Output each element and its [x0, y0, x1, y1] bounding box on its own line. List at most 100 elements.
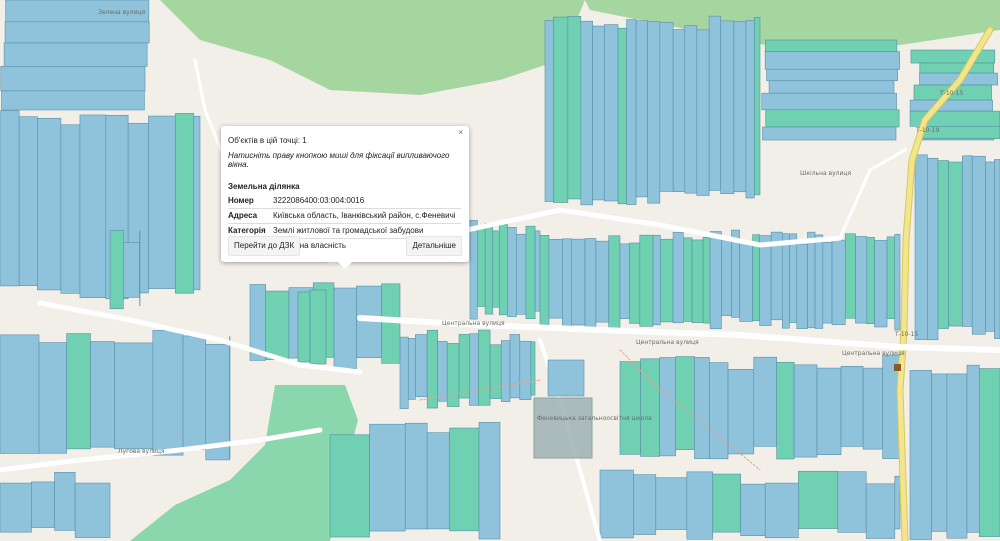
land-parcel[interactable] [60, 124, 81, 294]
land-parcel[interactable] [478, 422, 501, 540]
land-parcel[interactable] [592, 25, 605, 201]
land-parcel[interactable] [971, 155, 986, 335]
land-parcel[interactable] [759, 235, 772, 326]
land-parcel[interactable] [18, 116, 38, 286]
land-parcel[interactable] [498, 223, 508, 316]
land-parcel[interactable] [796, 243, 808, 329]
school-building[interactable] [533, 397, 593, 459]
land-parcel[interactable] [148, 115, 176, 289]
land-parcel[interactable] [915, 138, 995, 141]
land-parcel[interactable] [608, 235, 621, 329]
land-parcel[interactable] [844, 233, 856, 319]
land-parcel[interactable] [193, 115, 201, 291]
land-parcel[interactable] [682, 237, 693, 322]
land-parcel[interactable] [458, 334, 470, 399]
land-parcel[interactable] [909, 99, 993, 112]
land-parcel[interactable] [507, 227, 517, 317]
land-parcel[interactable] [534, 230, 541, 312]
land-parcel[interactable] [672, 29, 686, 193]
land-parcel[interactable] [595, 240, 610, 323]
land-parcel[interactable] [329, 434, 370, 538]
land-parcel[interactable] [709, 231, 722, 329]
parcel-info-popup[interactable]: × Об'єктів в цій точці: 1 Натисніть прав… [221, 126, 469, 269]
land-parcel[interactable] [765, 109, 900, 128]
poi-marker-icon[interactable] [894, 364, 901, 371]
land-parcel[interactable] [652, 234, 661, 326]
land-parcel[interactable] [539, 234, 550, 326]
land-parcel[interactable] [407, 338, 416, 400]
land-parcel[interactable] [617, 27, 627, 205]
land-parcel[interactable] [985, 161, 995, 332]
land-parcel[interactable] [567, 15, 582, 200]
land-parcel[interactable] [333, 287, 357, 369]
land-parcel[interactable] [90, 341, 115, 448]
land-parcel[interactable] [675, 356, 695, 450]
land-parcel[interactable] [994, 159, 1000, 339]
land-parcel[interactable] [694, 357, 710, 459]
land-parcel[interactable] [937, 160, 949, 329]
land-parcel[interactable] [562, 238, 572, 329]
land-parcel[interactable] [635, 20, 648, 198]
land-parcel[interactable] [629, 242, 641, 324]
land-parcel[interactable] [978, 368, 1000, 537]
land-parcel[interactable] [484, 223, 494, 315]
land-parcel[interactable] [123, 242, 140, 298]
land-parcel[interactable] [733, 21, 747, 193]
land-parcel[interactable] [793, 364, 818, 458]
cadastral-map[interactable]: Зелена вулиця Центральна вулиця Централь… [0, 0, 1000, 541]
land-parcel[interactable] [633, 474, 657, 535]
land-parcel[interactable] [874, 240, 888, 328]
land-parcel[interactable] [381, 283, 401, 364]
land-parcel[interactable] [152, 330, 184, 456]
land-parcel[interactable] [712, 473, 741, 533]
land-parcel[interactable] [399, 336, 409, 409]
land-parcel[interactable] [766, 68, 898, 82]
land-parcel[interactable] [109, 230, 124, 310]
land-parcel[interactable] [866, 237, 875, 325]
go-to-dzk-button[interactable]: Перейти до ДЗК [228, 236, 301, 256]
land-parcel[interactable] [309, 289, 327, 365]
land-parcel[interactable] [764, 482, 799, 539]
land-parcel[interactable] [764, 39, 898, 52]
land-parcel[interactable] [776, 361, 795, 460]
land-parcel[interactable] [571, 238, 586, 326]
land-parcel[interactable] [708, 15, 721, 191]
land-parcel[interactable] [4, 21, 150, 44]
land-parcel[interactable] [659, 357, 676, 457]
land-parcel[interactable] [886, 236, 896, 319]
land-parcel[interactable] [768, 80, 895, 94]
land-parcel[interactable] [686, 471, 714, 540]
land-parcel[interactable] [544, 20, 554, 202]
land-parcel[interactable] [525, 225, 536, 320]
land-parcel[interactable] [837, 471, 867, 533]
land-parcel[interactable] [404, 422, 428, 530]
land-parcel[interactable] [469, 220, 478, 320]
land-parcel[interactable] [761, 92, 897, 111]
land-parcel[interactable] [626, 19, 637, 205]
land-parcel[interactable] [696, 29, 710, 196]
land-parcel[interactable] [79, 114, 107, 298]
land-parcel[interactable] [919, 62, 995, 74]
land-parcel[interactable] [38, 342, 67, 454]
land-parcel[interactable] [0, 334, 40, 454]
land-parcel[interactable] [740, 483, 766, 536]
land-parcel[interactable] [914, 154, 928, 340]
land-parcel[interactable] [739, 240, 753, 322]
land-parcel[interactable] [619, 243, 630, 319]
land-parcel[interactable] [446, 343, 460, 407]
land-parcel[interactable] [807, 231, 816, 329]
land-parcel[interactable] [114, 342, 154, 450]
land-parcel[interactable] [909, 370, 932, 540]
land-parcel[interactable] [182, 335, 207, 451]
details-button[interactable]: Детальніше [406, 236, 462, 256]
land-parcel[interactable] [745, 20, 755, 199]
land-parcel[interactable] [789, 233, 798, 323]
land-parcel[interactable] [369, 423, 406, 532]
land-parcel[interactable] [709, 362, 729, 460]
land-parcel[interactable] [798, 470, 839, 529]
land-parcel[interactable] [492, 230, 500, 308]
land-parcel[interactable] [489, 344, 502, 399]
land-parcel[interactable] [426, 432, 450, 530]
land-parcel[interactable] [509, 334, 521, 399]
land-parcel[interactable] [580, 20, 593, 206]
